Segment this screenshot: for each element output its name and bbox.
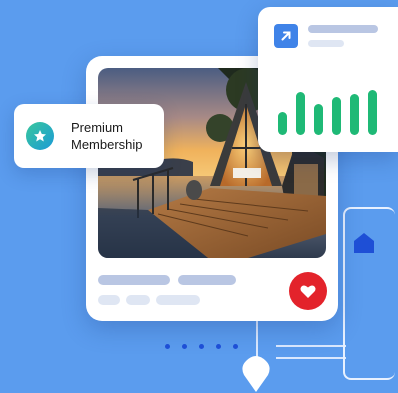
decor-dot: [216, 344, 221, 349]
star-icon: [34, 130, 46, 142]
skeleton-tag-1: [98, 295, 120, 305]
badge-line-2: Membership: [71, 137, 143, 152]
skeleton-tag-3: [156, 295, 200, 305]
text-line-1: [276, 345, 346, 347]
badge-line-1: Premium: [71, 120, 124, 135]
arrow-up-right-icon: [281, 31, 291, 41]
stat-bar: [278, 112, 287, 135]
stat-bar: [314, 104, 323, 135]
badge-icon-circle: [26, 122, 54, 150]
skeleton-stat-sub: [308, 40, 344, 47]
skeleton-title: [98, 275, 170, 285]
stat-bar: [368, 90, 377, 135]
text-line-2: [276, 357, 346, 359]
stats-card[interactable]: [258, 7, 398, 152]
decor-dot: [199, 344, 204, 349]
home-icon: [354, 233, 374, 253]
stat-bar: [332, 97, 341, 135]
decor-dot: [165, 344, 170, 349]
skeleton-stat-title: [308, 25, 378, 33]
stat-bar: [296, 92, 305, 135]
premium-membership-badge[interactable]: Premium Membership: [14, 104, 164, 168]
location-pin-icon: [242, 356, 270, 392]
skeleton-subtitle: [178, 275, 236, 285]
badge-label: Premium Membership: [71, 119, 143, 153]
decor-dot: [182, 344, 187, 349]
stats-icon-box: [274, 24, 298, 48]
skeleton-tag-2: [126, 295, 150, 305]
stat-bar: [350, 94, 359, 135]
decor-dot: [233, 344, 238, 349]
favorite-button[interactable]: [289, 272, 327, 310]
heart-icon: [300, 285, 316, 298]
